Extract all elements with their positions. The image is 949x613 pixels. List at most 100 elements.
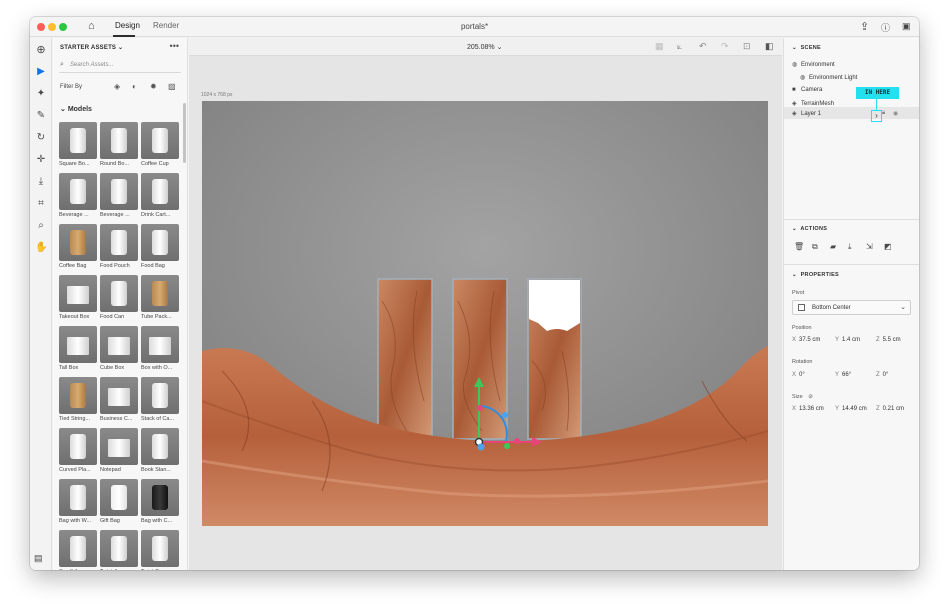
- select-tool-icon[interactable]: ▶: [35, 66, 47, 78]
- asset-item[interactable]: Square Bo...: [59, 122, 97, 167]
- assets-scrollbar[interactable]: [183, 103, 186, 163]
- asset-preview-shape: [152, 230, 168, 255]
- rotation-z-field[interactable]: Z 0°: [876, 372, 888, 378]
- asset-item[interactable]: Business C...: [100, 377, 138, 422]
- lights-filter-icon[interactable]: ✹: [150, 82, 157, 91]
- 3d-viewport[interactable]: [202, 101, 768, 526]
- redo-icon[interactable]: ↷: [721, 41, 729, 52]
- asset-item[interactable]: Coffee Bag: [59, 224, 97, 269]
- asset-label: Curved Pla...: [59, 467, 91, 473]
- layer-expand-button[interactable]: ›: [871, 110, 882, 122]
- search-input[interactable]: ⌕ Search Assets...: [59, 60, 181, 73]
- asset-preview-shape: [70, 536, 86, 561]
- orbit-tool-icon[interactable]: ↻: [35, 132, 47, 144]
- lock-icon[interactable]: 🔒︎: [882, 110, 885, 117]
- asset-item[interactable]: Coffee Cup: [141, 122, 179, 167]
- scene-item-terrainmesh[interactable]: ◈ TerrainMesh: [792, 100, 834, 107]
- asset-item[interactable]: Gift Bag: [100, 479, 138, 524]
- position-z-field[interactable]: Z 5.5 cm: [876, 337, 901, 343]
- share-icon[interactable]: ⇪: [860, 20, 869, 33]
- position-y-field[interactable]: Y 1.4 cm: [835, 337, 860, 343]
- delete-icon[interactable]: 🗑︎: [794, 242, 804, 251]
- document-title: portals*: [460, 22, 489, 31]
- asset-item[interactable]: Notepad: [100, 428, 138, 473]
- drop-to-ground-icon[interactable]: ⤓: [848, 242, 852, 252]
- scene-section-header[interactable]: ⌄ SCENE: [792, 45, 821, 51]
- asset-item[interactable]: Tall Box: [59, 326, 97, 371]
- asset-item[interactable]: Takeout Box: [59, 275, 97, 320]
- frame-tool-icon[interactable]: ⌗: [35, 198, 47, 210]
- help-icon[interactable]: ⓘ: [881, 21, 890, 34]
- rotation-x-field[interactable]: X 0°: [792, 372, 805, 378]
- asset-item[interactable]: Beverage ...: [100, 173, 138, 218]
- link-icon[interactable]: ⊘: [808, 394, 813, 400]
- actions-section-header[interactable]: ⌄ ACTIONS: [792, 226, 827, 232]
- position-x-field[interactable]: X 37.5 cm: [792, 337, 820, 343]
- asset-item[interactable]: Twist Jar...: [100, 530, 138, 570]
- asset-item[interactable]: Tube Pack...: [141, 275, 179, 320]
- render-preview-icon[interactable]: ◧: [765, 41, 774, 52]
- scene-item-environment-light[interactable]: ◍ Environment Light: [800, 74, 857, 81]
- asset-item[interactable]: Curved Pla...: [59, 428, 97, 473]
- panel-toggle-icon[interactable]: ▤: [34, 553, 46, 564]
- add-icon[interactable]: ⊕: [35, 44, 47, 56]
- group-icon[interactable]: ▰: [830, 242, 836, 251]
- pivot-select[interactable]: Bottom Center ⌄: [792, 300, 911, 315]
- drop-tool-icon[interactable]: ⤓: [35, 176, 47, 188]
- properties-section-header[interactable]: ⌄ PROPERTIES: [792, 272, 839, 278]
- asset-item[interactable]: Twist Can...: [141, 530, 179, 570]
- asset-item[interactable]: Stack of Ca...: [141, 377, 179, 422]
- size-y-field[interactable]: Y 14.49 cm: [835, 406, 867, 412]
- zoom-tool-icon[interactable]: ⌕: [35, 220, 47, 232]
- asset-preview-shape: [70, 179, 86, 204]
- scene-item-label: Environment: [801, 62, 835, 68]
- asset-item[interactable]: Food Can: [100, 275, 138, 320]
- asset-preview-shape: [70, 383, 86, 408]
- asset-item[interactable]: Tied String...: [59, 377, 97, 422]
- magic-select-icon[interactable]: ✦: [35, 88, 47, 100]
- scene-item-layer-1[interactable]: ◈ Layer 1 🔒︎ ◉: [784, 107, 919, 119]
- layer-icon: ◈: [792, 111, 797, 117]
- asset-preview-shape: [111, 536, 127, 561]
- asset-item[interactable]: Drink Cart...: [141, 173, 179, 218]
- transform-icon[interactable]: ⟀: [677, 41, 682, 52]
- asset-item[interactable]: Food Bag: [141, 224, 179, 269]
- asset-label: Beverage ...: [59, 212, 89, 218]
- asset-item[interactable]: Beverage ...: [59, 173, 97, 218]
- models-section-header[interactable]: ⌄ Models: [60, 105, 92, 113]
- material-icon[interactable]: ◩: [884, 242, 892, 251]
- asset-label: Tall Box: [59, 365, 79, 371]
- export-icon[interactable]: ⇲: [866, 242, 873, 251]
- models-filter-icon[interactable]: ◈: [114, 82, 120, 91]
- align-icon[interactable]: ▦: [655, 41, 664, 52]
- zoom-control[interactable]: 205.08% ⌄: [467, 43, 502, 51]
- asset-item[interactable]: Box with O...: [141, 326, 179, 371]
- size-z-field[interactable]: Z 0.21 cm: [876, 406, 904, 412]
- asset-item[interactable]: Book Stan...: [141, 428, 179, 473]
- more-options-icon[interactable]: •••: [170, 41, 179, 51]
- images-filter-icon[interactable]: ▨: [168, 82, 176, 91]
- scene-item-environment[interactable]: ◍ Environment: [792, 61, 835, 68]
- size-x-field[interactable]: X 13.36 cm: [792, 406, 824, 412]
- asset-item[interactable]: Cube Box: [100, 326, 138, 371]
- rotation-z-value: 0°: [882, 372, 889, 378]
- feedback-icon[interactable]: ▣: [902, 21, 911, 32]
- undo-icon[interactable]: ↶: [699, 41, 707, 52]
- asset-item[interactable]: Food Pouch: [100, 224, 138, 269]
- paint-tool-icon[interactable]: ✎: [35, 110, 47, 122]
- asset-item[interactable]: Round Bo...: [100, 122, 138, 167]
- asset-thumbnail: [141, 173, 179, 210]
- materials-filter-icon[interactable]: ◐: [132, 82, 137, 91]
- assets-header[interactable]: STARTER ASSETS ⌄: [60, 44, 123, 51]
- move-tool-icon[interactable]: ✛: [35, 154, 47, 166]
- asset-item[interactable]: Bag with C...: [141, 479, 179, 524]
- scene-item-camera[interactable]: ■ Camera: [792, 87, 822, 93]
- snap-icon[interactable]: ⊡: [743, 41, 751, 52]
- rotation-y-field[interactable]: Y 66°: [835, 372, 851, 378]
- hand-tool-icon[interactable]: ✋: [35, 242, 47, 254]
- visibility-icon[interactable]: ◉: [893, 110, 898, 117]
- active-tab-indicator: [113, 35, 135, 37]
- asset-item[interactable]: Bag with W...: [59, 479, 97, 524]
- duplicate-icon[interactable]: ⧉: [812, 242, 818, 252]
- asset-item[interactable]: Small Jar...: [59, 530, 97, 570]
